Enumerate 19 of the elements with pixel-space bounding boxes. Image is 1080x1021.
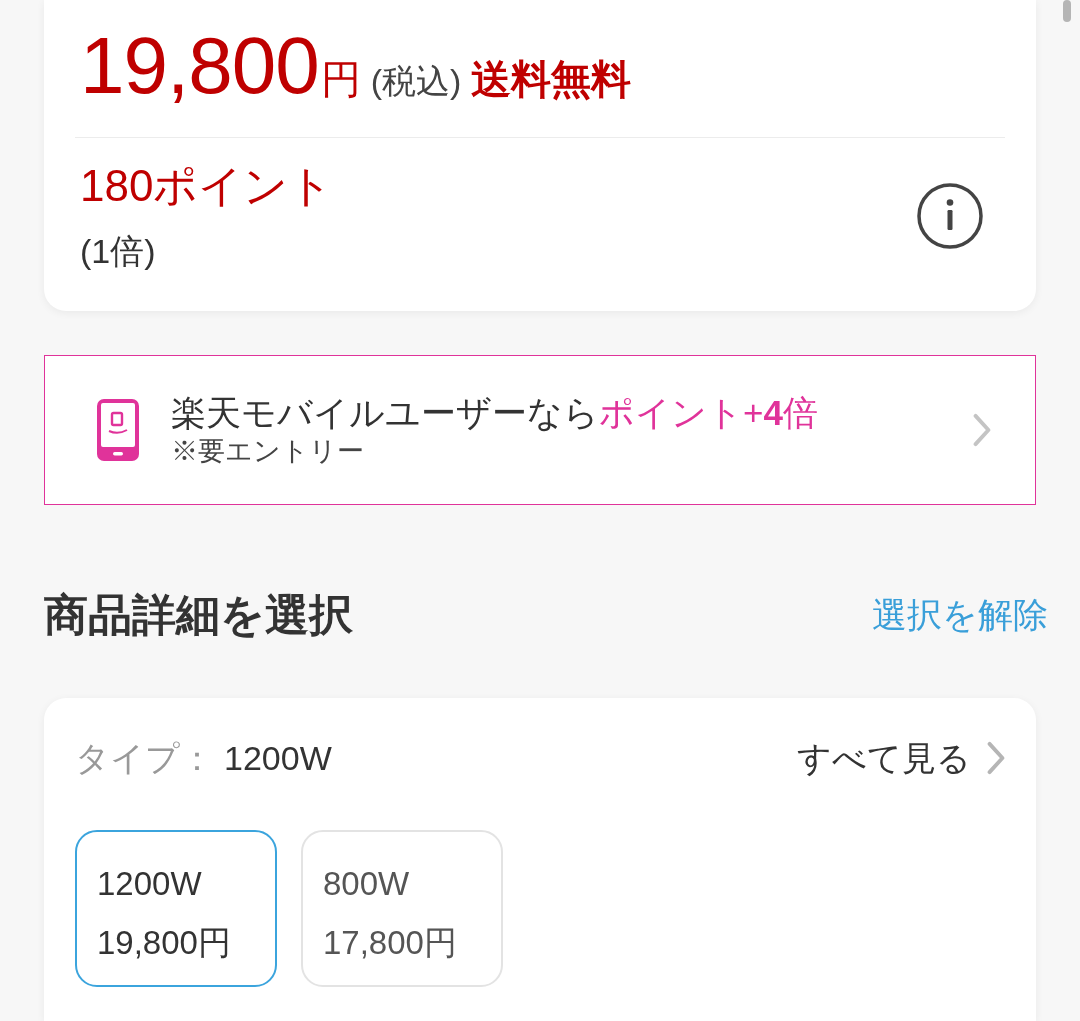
price-text: 19,800円 — [80, 26, 361, 106]
type-value: 1200W — [224, 737, 332, 779]
section-title: 商品詳細を選択 — [44, 589, 353, 641]
info-icon[interactable] — [917, 183, 983, 250]
type-label: タイプ： — [75, 737, 214, 779]
chevron-right-icon — [973, 413, 991, 447]
scrollbar-thumb[interactable] — [1063, 0, 1071, 22]
mobile-promo-banner[interactable]: 楽天モバイルユーザーならポイント+4倍 ※要エントリー — [44, 355, 1036, 505]
see-all-link[interactable]: すべて見る — [797, 732, 1005, 784]
entry-note: ※要エントリー — [171, 435, 365, 469]
chevron-right-icon — [987, 741, 1005, 776]
phone-icon — [97, 399, 139, 461]
free-shipping-label: 送料無料 — [471, 56, 632, 103]
tax-note: (税込) — [370, 61, 462, 102]
variant-option[interactable]: 800W 17,800円 — [301, 829, 503, 987]
points-multiplier: (1倍) — [80, 230, 156, 272]
promo-headline: 楽天モバイルユーザーならポイント+4倍 — [171, 391, 819, 434]
points-amount: 180ポイント — [80, 160, 334, 212]
variant-option[interactable]: 1200W 19,800円 — [75, 829, 277, 987]
